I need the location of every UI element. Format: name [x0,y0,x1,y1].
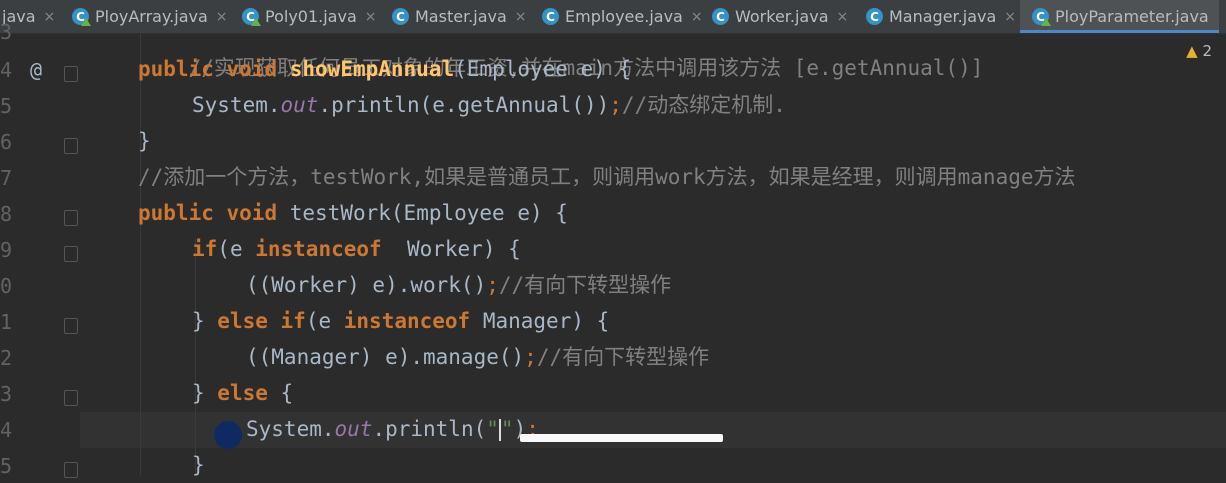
code-line: if(e instanceof Worker) { [192,231,521,267]
keyword: public [138,201,214,225]
code-line: System.out.println(""); [246,411,539,447]
line-number: 4 [0,58,13,82]
fold-marker-icon[interactable] [64,462,78,478]
indent-guide [195,239,196,475]
code-line: } [138,123,151,159]
comment: //有向下转型操作 [536,345,710,369]
code-line: public void testWork(Employee e) { [138,195,568,231]
line-number: 0 [0,274,13,298]
class-run-icon: C [72,8,91,26]
line-number: 5 [0,94,13,118]
code-line: ((Worker) e).work();//有向下转型操作 [246,267,671,303]
static-field: out [334,417,373,441]
code-line: //添加一个方法，testWork,如果是普通员工，则调用work方法，如果是经… [138,159,1076,195]
line-number: 9 [0,238,13,262]
code-text: Worker) { [381,237,521,261]
method-name: testWork [289,201,391,225]
code-text: (Employee e) { [454,57,632,81]
comment: //添加一个方法，testWork,如果是普通员工，则调用work方法，如果是经… [138,165,1076,189]
keyword: else [217,309,268,333]
keyword: if [280,309,306,333]
code-text: .println( [372,417,487,441]
code-line: } [192,447,205,483]
line-number: 3 [0,382,13,406]
close-icon[interactable]: × [44,9,56,25]
fold-marker-icon[interactable] [64,138,78,154]
keyword: if [192,237,218,261]
static-field: out [280,93,319,117]
code-text: } [192,309,218,333]
line-number: 1 [0,310,13,334]
code-text: (Employee e) { [390,201,568,225]
code-text: } [192,453,205,477]
line-number: 2 [0,346,13,370]
mouse-cursor-indicator [214,421,242,449]
line-number: 7 [0,166,13,190]
code-line: } else if(e instanceof Manager) { [192,303,609,339]
override-annotation-icon[interactable]: @ [30,58,42,82]
code-line: System.out.println(e.getAnnual());//动态绑定… [192,87,786,123]
fold-marker-icon[interactable] [64,246,78,262]
code-text: System. [192,93,281,117]
code-text: } [192,381,218,405]
code-line: } else { [192,375,293,411]
line-number: 3 [0,20,13,44]
code-text: (e [217,237,256,261]
code-text: .println(e.getAnnual()) [318,93,610,117]
fold-marker-icon[interactable] [64,318,78,334]
code-text: Manager) { [470,309,610,333]
tab-label: PloyParameter.java [1055,7,1209,26]
code-line: ((Manager) e).manage();//有向下转型操作 [246,339,709,375]
tab-ployparameter[interactable]: C PloyParameter.java [1020,0,1219,33]
warning-icon: ▲ [1186,42,1198,60]
code-text: } [138,129,151,153]
keyword: instanceof [343,309,471,333]
keyword: else [217,381,268,405]
line-number: 4 [0,418,13,442]
line-number: 8 [0,202,13,226]
code-text: ((Worker) e).work() [246,273,487,297]
close-icon[interactable]: × [1004,9,1016,25]
method-name: showEmpAnnual [289,57,455,81]
string-literal: " [486,417,499,441]
comment: //有向下转型操作 [498,273,672,297]
semicolon: ; [609,93,622,117]
code-text: { [267,381,294,405]
keyword: void [226,57,278,81]
line-number: 5 [0,454,13,478]
code-line: public void showEmpAnnual(Employee e) { [138,51,631,87]
fold-marker-icon[interactable] [64,390,78,406]
keyword: void [226,201,278,225]
code-text: (e [305,309,344,333]
comment: //动态绑定机制. [621,93,786,117]
code-editor[interactable]: 3 4 5 6 7 8 9 0 1 2 3 4 5 @ //实现获取任何员工对象… [0,20,1226,478]
keyword: public [138,57,214,81]
completion-popup[interactable] [520,434,723,442]
code-text: ((Manager) e).manage() [246,345,525,369]
semicolon: ; [524,345,537,369]
semicolon: ; [486,273,499,297]
fold-marker-icon[interactable] [64,210,78,226]
code-text: System. [246,417,335,441]
inspection-widget[interactable]: ▲ 2 [1186,42,1212,60]
string-literal: " [500,417,514,441]
warning-count: 2 [1202,42,1212,60]
class-run-icon: C [1032,8,1051,26]
keyword: instanceof [255,237,382,261]
line-number: 6 [0,130,13,154]
fold-marker-icon[interactable] [64,66,78,82]
